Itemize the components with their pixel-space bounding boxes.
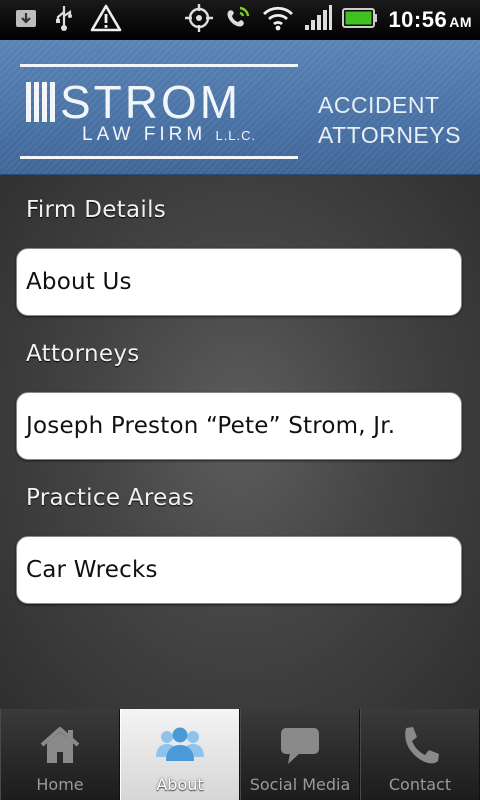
list-item-about-us[interactable]: About Us <box>16 248 462 316</box>
tab-contact[interactable]: Contact <box>360 709 480 800</box>
section-title-firm-details: Firm Details <box>26 197 167 223</box>
speech-bubble-icon <box>278 723 322 767</box>
logo-rule-bottom <box>20 156 298 159</box>
clock-ampm: AM <box>449 14 472 30</box>
tagline-line-1: ACCIDENT <box>318 92 440 118</box>
tagline-line-2: ATTORNEYS <box>318 122 461 148</box>
wifi-icon <box>262 5 294 35</box>
status-clock: 10:56 AM <box>388 7 472 33</box>
signal-icon <box>304 5 333 35</box>
tab-contact-label: Contact <box>388 775 452 794</box>
logo-name: STROM <box>60 76 242 128</box>
header-tagline: ACCIDENT ATTORNEYS <box>318 90 461 150</box>
home-icon <box>38 723 82 767</box>
tab-home-label: Home <box>36 775 84 794</box>
logo-rule-top <box>20 64 298 67</box>
status-bar: 10:56 AM <box>0 0 480 40</box>
app-header: STROM LAW FIRM L.L.C. ACCIDENT ATTORNEYS <box>0 40 480 175</box>
logo-llc-text: L.L.C. <box>215 128 257 143</box>
list-item-car-wrecks[interactable]: Car Wrecks <box>16 536 462 604</box>
clock-time: 10:56 <box>388 7 448 32</box>
tab-home[interactable]: Home <box>0 709 120 800</box>
tab-about-label: About <box>156 775 204 794</box>
section-title-attorneys: Attorneys <box>26 341 140 367</box>
phone-icon <box>398 723 442 767</box>
app-screen: 10:56 AM STROM LAW FIRM L.L.C. ACCIDENT A… <box>0 0 480 800</box>
bottom-tab-bar: Home About Social Media Contact <box>0 709 480 800</box>
logo-columns-mark <box>26 82 55 122</box>
logo-firm-text: LAW FIRM <box>82 124 207 145</box>
usb-icon <box>52 4 76 36</box>
section-title-practice-areas: Practice Areas <box>26 485 195 511</box>
tab-about[interactable]: About <box>120 709 240 800</box>
battery-icon <box>342 7 378 33</box>
download-icon <box>14 6 38 34</box>
logo-subtitle: LAW FIRM L.L.C. <box>82 124 256 146</box>
tab-social-media[interactable]: Social Media <box>240 709 360 800</box>
phone-sync-icon <box>224 4 252 36</box>
people-icon <box>156 723 204 767</box>
tab-social-media-label: Social Media <box>249 775 351 794</box>
firm-logo: STROM LAW FIRM L.L.C. <box>20 64 300 160</box>
list-item-attorney[interactable]: Joseph Preston “Pete” Strom, Jr. <box>16 392 462 460</box>
gps-icon <box>184 3 214 37</box>
warning-icon <box>90 4 122 36</box>
main-content: Firm Details About Us Attorneys Joseph P… <box>0 175 480 709</box>
